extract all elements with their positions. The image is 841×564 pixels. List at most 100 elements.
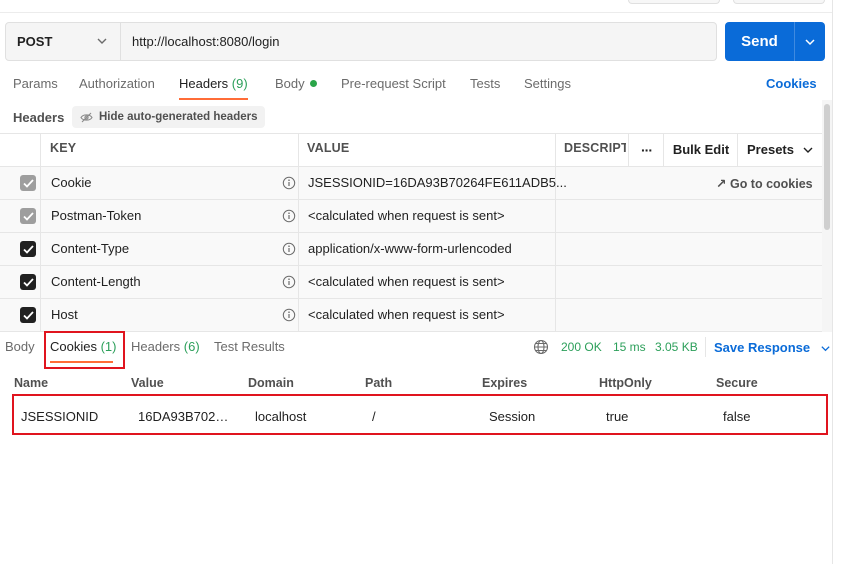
table-border (0, 232, 822, 233)
hide-auto-label: Hide auto-generated headers (99, 111, 258, 123)
header-value[interactable]: <calculated when request is sent> (308, 307, 505, 322)
more-options-button[interactable]: ··· (630, 133, 663, 166)
send-dropdown-button[interactable] (795, 22, 825, 61)
response-tab-headers[interactable]: Headers (6) (131, 339, 200, 354)
tab-params[interactable]: Params (13, 76, 58, 96)
cookie-column-httponly: HttpOnly (599, 376, 652, 390)
arrow-up-right-icon: ↗ (716, 177, 727, 191)
tab-body-label: Body (275, 76, 305, 91)
column-header-value: VALUE (307, 141, 350, 155)
response-status[interactable]: 200 OK (561, 340, 602, 354)
top-divider (0, 12, 832, 13)
table-border (555, 133, 556, 332)
header-key[interactable]: Postman-Token (51, 208, 141, 223)
send-button[interactable]: Send (725, 22, 794, 61)
check-icon (22, 178, 34, 188)
table-border (663, 133, 664, 166)
chevron-down-icon (97, 38, 107, 44)
table-border (298, 133, 299, 332)
cookie-column-value: Value (131, 376, 164, 390)
info-icon[interactable] (282, 176, 296, 190)
header-key[interactable]: Content-Type (51, 241, 129, 256)
eye-off-icon (80, 112, 93, 122)
header-value[interactable]: <calculated when request is sent> (308, 208, 505, 223)
cookie-column-expires: Expires (482, 376, 528, 390)
method-label: POST (17, 34, 53, 49)
cookie-column-path: Path (365, 376, 393, 390)
table-border (0, 298, 822, 299)
tab-settings[interactable]: Settings (524, 76, 571, 96)
column-header-description: DESCRIPTI (564, 141, 626, 155)
save-response-dropdown[interactable]: Save Response (714, 340, 831, 355)
globe-icon[interactable] (533, 339, 549, 355)
table-border (0, 166, 822, 167)
response-tab-headers-count: (6) (183, 339, 200, 354)
info-icon[interactable] (282, 308, 296, 322)
header-key[interactable]: Content-Length (51, 274, 141, 289)
row-checkbox[interactable] (20, 175, 36, 191)
go-to-cookies-label: Go to cookies (729, 177, 813, 191)
chevron-down-icon (803, 147, 813, 153)
cookies-link[interactable]: Cookies (766, 76, 817, 91)
meta-divider (705, 337, 706, 357)
right-divider (832, 0, 833, 564)
header-key[interactable]: Host (51, 307, 78, 322)
tab-tests[interactable]: Tests (470, 76, 500, 96)
table-border (0, 199, 822, 200)
headers-subtitle: Headers (13, 110, 65, 125)
url-text: http://localhost:8080/login (132, 34, 280, 49)
check-icon (22, 310, 34, 320)
check-icon (22, 211, 34, 221)
url-input[interactable]: http://localhost:8080/login (121, 22, 717, 61)
response-time[interactable]: 15 ms (613, 340, 646, 354)
highlight-box-cookies-tab (44, 331, 125, 369)
row-checkbox[interactable] (20, 307, 36, 323)
scrollbar-thumb[interactable] (824, 104, 830, 230)
cookie-column-name: Name (14, 376, 49, 390)
header-key[interactable]: Cookie (51, 175, 91, 190)
presets-dropdown[interactable]: Presets (747, 133, 819, 166)
table-border (0, 265, 822, 266)
toolbar-stub-left (628, 0, 720, 4)
cookie-column-domain: Domain (248, 376, 294, 390)
response-tab-body[interactable]: Body (5, 339, 35, 354)
body-status-dot (309, 80, 317, 88)
tab-headers-count: (9) (231, 76, 248, 91)
save-response-label: Save Response (714, 340, 811, 355)
table-border (40, 133, 41, 332)
method-select[interactable]: POST (5, 22, 121, 61)
chevron-down-icon (821, 346, 830, 352)
row-checkbox[interactable] (20, 274, 36, 290)
info-icon[interactable] (282, 242, 296, 256)
row-checkbox[interactable] (20, 208, 36, 224)
tab-body[interactable]: Body (275, 76, 317, 96)
table-border (737, 133, 738, 166)
tab-prerequest[interactable]: Pre-request Script (341, 76, 446, 96)
column-header-key: KEY (50, 141, 77, 155)
tab-headers[interactable]: Headers (9) (179, 76, 248, 96)
more-options-icon: ··· (641, 141, 653, 158)
cookie-column-secure: Secure (716, 376, 758, 390)
chevron-down-icon (805, 38, 815, 45)
presets-label: Presets (747, 142, 794, 157)
go-to-cookies-link[interactable]: ↗ Go to cookies (716, 176, 813, 191)
info-icon[interactable] (282, 275, 296, 289)
active-tab-underline (179, 98, 248, 100)
response-tab-test-results[interactable]: Test Results (214, 339, 285, 354)
response-tab-headers-label: Headers (131, 339, 181, 354)
check-icon (22, 244, 34, 254)
bulk-edit-button[interactable]: Bulk Edit (665, 133, 737, 166)
info-icon[interactable] (282, 209, 296, 223)
hide-auto-headers-button[interactable]: Hide auto-generated headers (72, 106, 266, 128)
tab-authorization[interactable]: Authorization (79, 76, 155, 96)
row-checkbox[interactable] (20, 241, 36, 257)
tab-headers-label: Headers (179, 76, 229, 91)
toolbar-stub-right (733, 0, 825, 4)
header-value[interactable]: <calculated when request is sent> (308, 274, 505, 289)
table-border (628, 133, 629, 166)
response-size[interactable]: 3.05 KB (655, 340, 698, 354)
headers-table: KEY VALUE DESCRIPTI ··· Bulk Edit Preset… (0, 133, 822, 332)
check-icon (22, 277, 34, 287)
header-value[interactable]: application/x-www-form-urlencoded (308, 241, 512, 256)
header-value[interactable]: JSESSIONID=16DA93B70264FE611ADB5... (308, 175, 567, 190)
